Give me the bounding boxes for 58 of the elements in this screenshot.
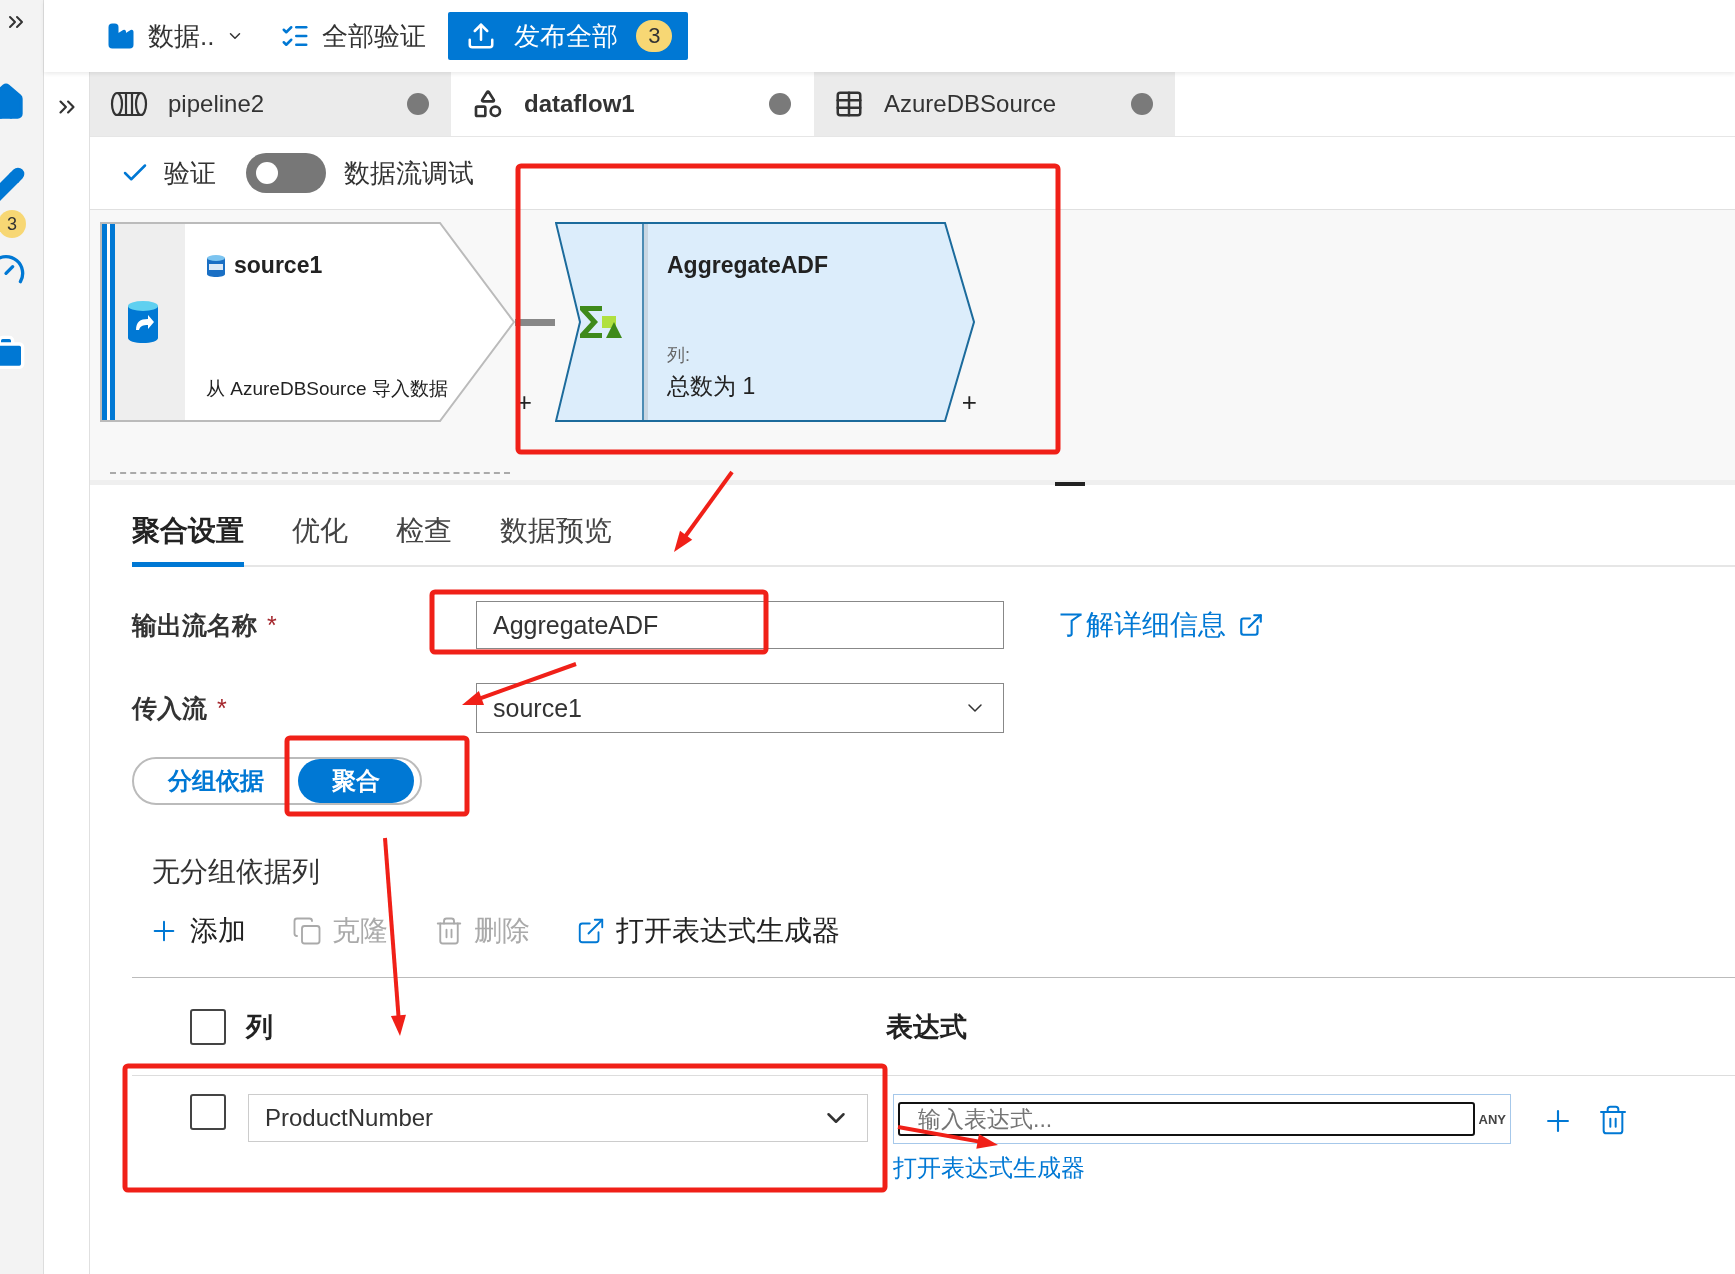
add-node-button[interactable]: + — [961, 387, 977, 418]
unsaved-dot — [769, 93, 791, 115]
tab-label: AzureDBSource — [884, 90, 1058, 118]
output-name-field[interactable]: AggregateADF — [476, 601, 1004, 649]
unsaved-dot — [1131, 93, 1153, 115]
node-connector — [515, 318, 555, 326]
tab-label: dataflow1 — [524, 90, 636, 118]
notification-badge: 3 — [0, 210, 26, 238]
node-title: source1 — [234, 252, 323, 279]
count-badge: 3 — [636, 20, 673, 52]
publish-all-button[interactable]: 发布全部 3 — [448, 12, 689, 60]
node-caption: 列: — [667, 344, 691, 367]
column-header: 表达式 — [886, 1010, 968, 1044]
panel-tab[interactable]: 数据预览 — [500, 512, 612, 567]
column-dropdown[interactable]: ProductNumber — [248, 1094, 868, 1142]
select-all-checkbox[interactable] — [190, 1008, 226, 1045]
command-button[interactable]: 添加 — [148, 912, 246, 950]
document-tab[interactable]: AzureDBSource — [814, 72, 1176, 136]
table-icon — [834, 89, 864, 119]
column-header: 列 — [246, 1010, 274, 1044]
tab-label: pipeline2 — [168, 90, 266, 118]
external-link-icon — [576, 916, 606, 946]
field-label: 输出流名称 * — [132, 609, 278, 641]
debug-label: 数据流调试 — [344, 156, 474, 190]
factory-icon — [106, 21, 136, 51]
aggregate-node[interactable]: AggregateADF 列: 总数为 1 + — [555, 222, 975, 422]
sql-database-icon — [206, 253, 226, 278]
validate-button[interactable]: 验证 — [120, 155, 216, 191]
shapes-icon — [472, 88, 504, 120]
incoming-stream-dropdown[interactable]: source1 — [476, 683, 1004, 733]
pipeline-icon — [110, 91, 148, 117]
validate-all-button[interactable]: 全部验证 — [262, 8, 445, 64]
upload-icon — [466, 21, 497, 51]
node-description: 总数为 1 — [667, 372, 757, 401]
panel-tab[interactable]: 检查 — [396, 512, 452, 567]
external-link-icon — [1238, 612, 1264, 638]
row-checkbox[interactable] — [190, 1094, 226, 1130]
debug-toggle[interactable] — [246, 153, 326, 193]
document-tab[interactable]: pipeline2 — [90, 72, 452, 136]
empty-group-note: 无分组依据列 — [152, 855, 321, 889]
field-label: 传入流 * — [132, 692, 228, 724]
panel-tab[interactable]: 优化 — [292, 512, 348, 567]
database-icon — [126, 300, 160, 344]
trash-icon — [434, 916, 464, 946]
data-menu[interactable]: 数据.. — [88, 8, 263, 64]
command-button[interactable]: 打开表达式生成器 — [576, 912, 840, 950]
copy-icon — [292, 916, 322, 946]
expression-builder-link[interactable]: 打开表达式生成器 — [893, 1152, 1511, 1184]
node-description: 从 AzureDBSource 导入数据 — [206, 377, 449, 401]
unsaved-dot — [407, 93, 429, 115]
expression-field[interactable]: 输入表达式... ANY — [893, 1094, 1511, 1144]
mode-option[interactable]: 分组依据 — [134, 759, 298, 803]
node-title: AggregateADF — [667, 252, 828, 279]
resize-handle[interactable] — [1055, 482, 1085, 486]
panel-tab[interactable]: 聚合设置 — [132, 512, 244, 567]
mode-option[interactable]: 聚合 — [298, 759, 414, 803]
type-tag: ANY — [1478, 1111, 1506, 1127]
learn-more-link[interactable]: 了解详细信息 — [1058, 606, 1264, 644]
